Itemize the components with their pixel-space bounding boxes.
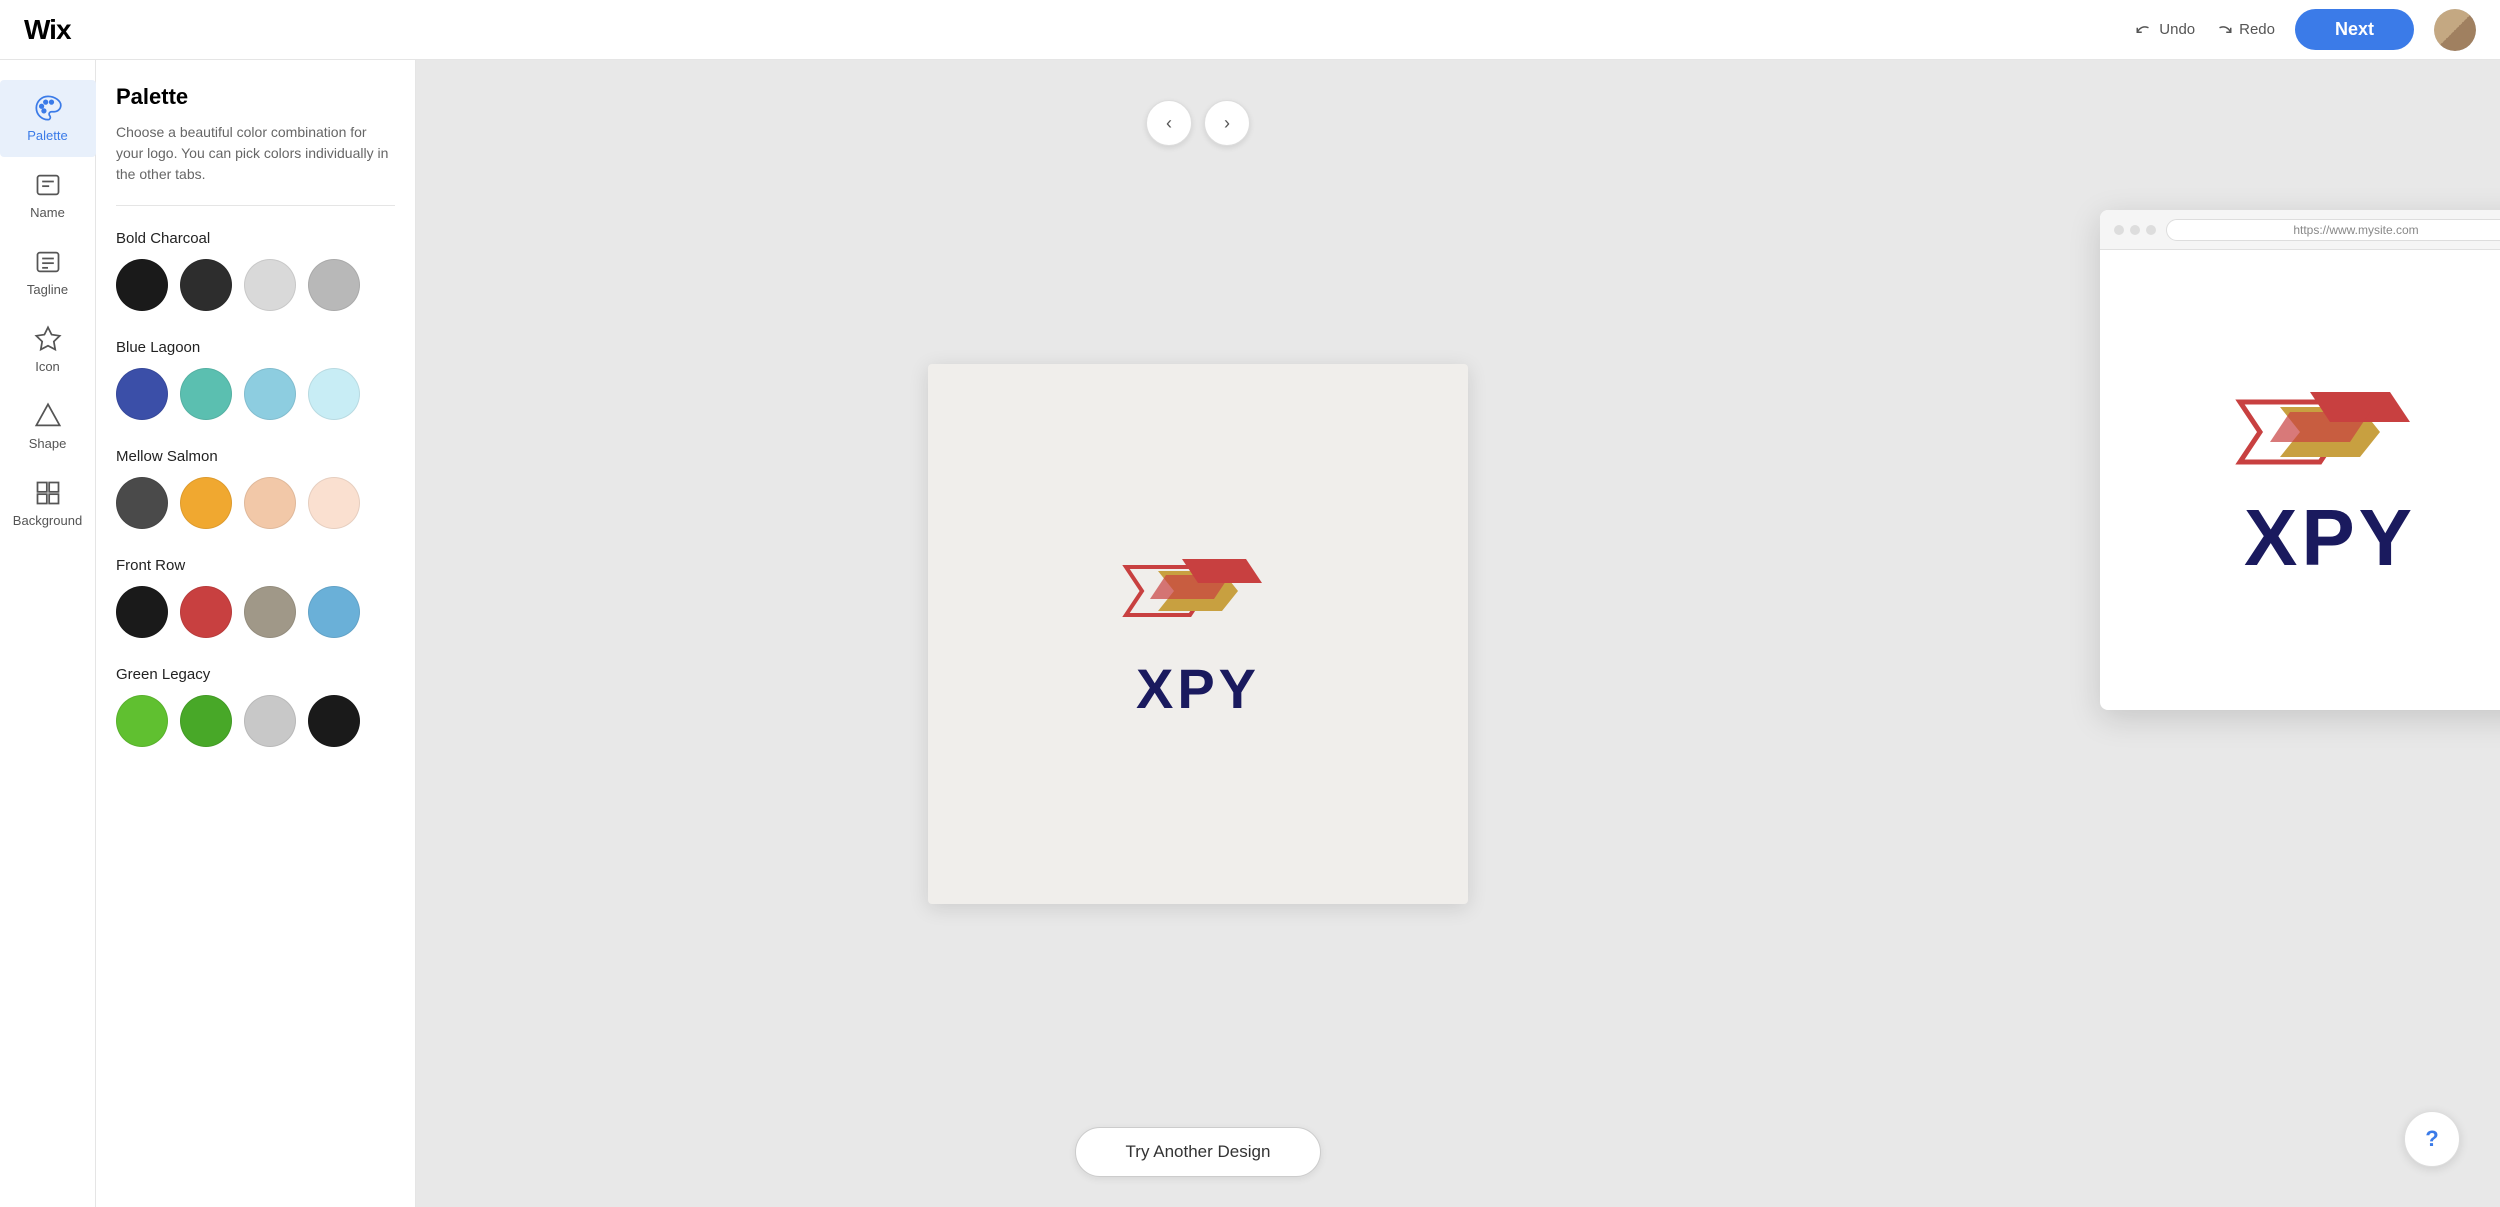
logo-text: XPY bbox=[1136, 656, 1260, 721]
color-swatches bbox=[116, 586, 395, 638]
sidebar-palette-label: Palette bbox=[27, 128, 67, 143]
avatar[interactable] bbox=[2434, 9, 2476, 51]
sidebar-item-palette[interactable]: Palette bbox=[0, 80, 96, 157]
browser-logo-icon bbox=[2230, 377, 2430, 482]
header: Wix Undo Redo Next bbox=[0, 0, 2500, 60]
browser-dot-1 bbox=[2114, 225, 2124, 235]
color-swatches bbox=[116, 695, 395, 747]
palette-panel-description: Choose a beautiful color combination for… bbox=[116, 122, 395, 185]
sidebar-item-tagline[interactable]: Tagline bbox=[0, 234, 96, 311]
browser-content: XPY bbox=[2100, 250, 2500, 710]
prev-button[interactable]: ‹ bbox=[1146, 100, 1192, 146]
try-another-button[interactable]: Try Another Design bbox=[1075, 1127, 1322, 1177]
redo-button[interactable]: Redo bbox=[2215, 21, 2275, 39]
swatch[interactable] bbox=[180, 477, 232, 529]
next-button[interactable]: Next bbox=[2295, 9, 2414, 50]
palette-panel: Palette Choose a beautiful color combina… bbox=[96, 60, 416, 1207]
color-group-mellow-salmon: Mellow Salmon bbox=[116, 448, 395, 529]
main-layout: Palette Name Tagline Icon bbox=[0, 0, 2500, 1207]
swatch[interactable] bbox=[116, 368, 168, 420]
redo-icon bbox=[2215, 21, 2233, 39]
help-button[interactable]: ? bbox=[2404, 1111, 2460, 1167]
sidebar-background-label: Background bbox=[13, 513, 82, 528]
header-right: Undo Redo Next bbox=[2135, 9, 2476, 51]
swatch[interactable] bbox=[244, 368, 296, 420]
sidebar-item-shape[interactable]: Shape bbox=[0, 388, 96, 465]
swatch[interactable] bbox=[180, 259, 232, 311]
undo-button[interactable]: Undo bbox=[2135, 21, 2195, 39]
swatch[interactable] bbox=[116, 477, 168, 529]
swatch[interactable] bbox=[180, 586, 232, 638]
sidebar-tagline-label: Tagline bbox=[27, 282, 68, 297]
color-group-front-row: Front Row bbox=[116, 557, 395, 638]
next-canvas-button[interactable]: › bbox=[1204, 100, 1250, 146]
logo-preview-card: XPY bbox=[928, 364, 1468, 904]
undo-icon bbox=[2135, 21, 2153, 39]
tagline-icon bbox=[34, 248, 62, 276]
swatch[interactable] bbox=[180, 368, 232, 420]
swatch[interactable] bbox=[244, 259, 296, 311]
browser-dot-2 bbox=[2130, 225, 2140, 235]
swatch[interactable] bbox=[308, 477, 360, 529]
canvas-navigation: ‹ › bbox=[1146, 100, 1250, 146]
swatch[interactable] bbox=[116, 586, 168, 638]
sidebar-shape-label: Shape bbox=[29, 436, 67, 451]
browser-logo-text: XPY bbox=[2244, 492, 2416, 584]
redo-label: Redo bbox=[2239, 21, 2275, 38]
header-left: Wix bbox=[24, 14, 71, 46]
undo-label: Undo bbox=[2159, 21, 2195, 38]
color-group-name: Bold Charcoal bbox=[116, 230, 395, 247]
swatch[interactable] bbox=[116, 695, 168, 747]
color-group-name: Green Legacy bbox=[116, 666, 395, 683]
color-swatches bbox=[116, 259, 395, 311]
color-group-blue-lagoon: Blue Lagoon bbox=[116, 339, 395, 420]
swatch[interactable] bbox=[180, 695, 232, 747]
color-group-bold-charcoal: Bold Charcoal bbox=[116, 230, 395, 311]
swatch[interactable] bbox=[308, 695, 360, 747]
palette-icon bbox=[34, 94, 62, 122]
icon-icon bbox=[34, 325, 62, 353]
shape-icon bbox=[34, 402, 62, 430]
browser-bar: https://www.mysite.com bbox=[2100, 210, 2500, 250]
color-group-green-legacy: Green Legacy bbox=[116, 666, 395, 747]
logo-icon bbox=[1118, 547, 1278, 632]
color-group-name: Front Row bbox=[116, 557, 395, 574]
wix-logo: Wix bbox=[24, 14, 71, 46]
color-swatches bbox=[116, 477, 395, 529]
swatch[interactable] bbox=[116, 259, 168, 311]
browser-dot-3 bbox=[2146, 225, 2156, 235]
sidebar-name-label: Name bbox=[30, 205, 65, 220]
swatch[interactable] bbox=[308, 259, 360, 311]
swatch[interactable] bbox=[244, 586, 296, 638]
logo-graphic bbox=[1118, 547, 1278, 627]
swatch[interactable] bbox=[308, 368, 360, 420]
color-group-name: Mellow Salmon bbox=[116, 448, 395, 465]
swatch[interactable] bbox=[244, 695, 296, 747]
main-canvas: ‹ › XPY bbox=[416, 60, 1980, 1207]
browser-mockup: https://www.mysite.com XPY bbox=[2100, 210, 2500, 710]
color-swatches bbox=[116, 368, 395, 420]
palette-panel-title: Palette bbox=[116, 84, 395, 110]
sidebar-icons: Palette Name Tagline Icon bbox=[0, 60, 96, 1207]
swatch[interactable] bbox=[308, 586, 360, 638]
palette-divider bbox=[116, 205, 395, 206]
sidebar-item-icon[interactable]: Icon bbox=[0, 311, 96, 388]
sidebar-item-background[interactable]: Background bbox=[0, 465, 96, 542]
right-preview: https://www.mysite.com XPY bbox=[1980, 60, 2500, 1207]
browser-dots bbox=[2114, 225, 2156, 235]
swatch[interactable] bbox=[244, 477, 296, 529]
background-icon bbox=[34, 479, 62, 507]
browser-logo-graphic bbox=[2230, 377, 2430, 477]
color-group-name: Blue Lagoon bbox=[116, 339, 395, 356]
logo-svg-container: XPY bbox=[1118, 547, 1278, 721]
browser-url: https://www.mysite.com bbox=[2166, 219, 2500, 241]
sidebar-icon-label: Icon bbox=[35, 359, 60, 374]
name-icon bbox=[34, 171, 62, 199]
sidebar-item-name[interactable]: Name bbox=[0, 157, 96, 234]
